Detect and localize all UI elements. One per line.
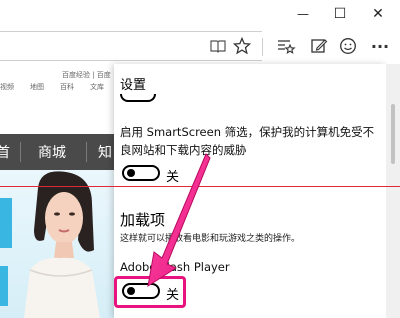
flash-player-label: Adobe Flash Player — [120, 260, 230, 274]
favorite-star-icon[interactable] — [230, 34, 254, 58]
banner-photo[interactable] — [0, 170, 114, 318]
settings-scrollbar[interactable] — [386, 64, 400, 318]
settings-title: 设置 — [120, 78, 147, 93]
toolbar-separator — [262, 38, 263, 56]
nav-separator — [20, 142, 21, 162]
close-button[interactable]: ✕ — [360, 0, 396, 28]
sub-link-baike[interactable]: 百科 — [60, 82, 74, 92]
addons-heading: 加载项 — [120, 211, 166, 229]
woman-portrait-image — [24, 171, 100, 318]
maximize-icon: ☐ — [333, 6, 347, 22]
more-glyph: ··· — [370, 36, 390, 56]
annotation-highlight-box — [114, 276, 186, 308]
sub-link-video[interactable]: 视频 — [0, 82, 14, 92]
reading-view-icon[interactable] — [206, 34, 230, 58]
smartscreen-toggle[interactable] — [122, 165, 160, 181]
smartscreen-description-line2: 良网站和下载内容的威胁 — [120, 143, 247, 157]
addons-description: 这样就可以播放看电影和玩游戏之类的操作。 — [120, 234, 301, 244]
smartscreen-description: 启用 SmartScreen 筛选，保护我的计算机免受不 — [120, 125, 375, 139]
nav-item-mall[interactable]: 商城 — [38, 142, 66, 162]
partial-toggle[interactable] — [120, 94, 156, 102]
top-links[interactable]: 百度经验 | 百度 — [62, 70, 111, 80]
feedback-icon[interactable] — [336, 34, 360, 58]
nav-item-zhi[interactable]: 知 — [98, 142, 112, 162]
minimize-icon: — — [297, 7, 309, 21]
nav-separator — [86, 142, 87, 162]
toggle-knob — [127, 169, 135, 177]
favorites-hub-icon[interactable] — [274, 34, 298, 58]
title-bar: — ☐ ✕ — [0, 0, 400, 28]
web-note-icon[interactable] — [307, 34, 331, 58]
smartscreen-toggle-state: 关 — [166, 170, 180, 185]
minimize-button[interactable]: — — [285, 0, 321, 28]
sub-link-map[interactable]: 地图 — [30, 82, 44, 92]
site-nav: 首 商城 知 — [0, 134, 114, 170]
scrollbar-thumb[interactable] — [391, 104, 395, 164]
maximize-button[interactable]: ☐ — [322, 0, 358, 28]
annotation-red-line — [0, 186, 400, 187]
sub-link-wenku[interactable]: 文库 — [90, 82, 104, 92]
toolbar: ··· — [0, 28, 400, 64]
close-icon: ✕ — [372, 6, 384, 22]
webpage-content: 百度经验 | 百度 视频 地图 百科 文库 首 商城 知 — [0, 64, 114, 318]
more-icon[interactable]: ··· — [368, 34, 392, 58]
nav-item-home[interactable]: 首 — [0, 142, 10, 162]
